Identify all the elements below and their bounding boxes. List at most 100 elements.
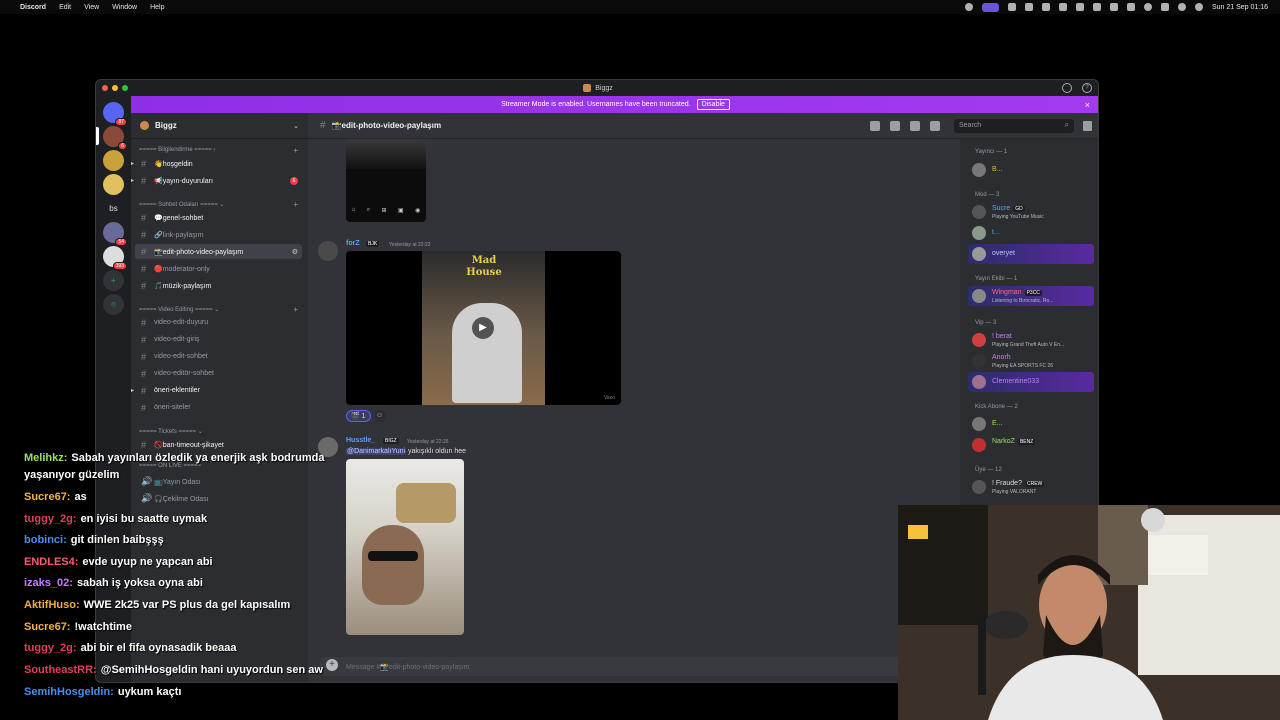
active-app-icon[interactable]	[981, 2, 999, 12]
member-item[interactable]: t...	[968, 223, 1094, 243]
menubar-clock[interactable]: Sun 21 Sep 01:16	[1212, 4, 1268, 11]
chat-overlay-line: AktifHuso: WWE 2k25 var PS plus da gel ka…	[24, 599, 290, 611]
channel-settings-icon[interactable]: ⚙	[292, 248, 298, 256]
category-bilgilendirme[interactable]: ===== Bilgilendirme ===== › +	[139, 146, 302, 155]
minimize-window-button[interactable]	[112, 85, 118, 91]
status-icon[interactable]	[1007, 3, 1016, 11]
discover-button[interactable]: ⌾	[103, 294, 124, 315]
user-mention[interactable]: @DanimarkalıYuni	[346, 448, 407, 455]
channel-link-paylasim[interactable]: # 🔗link-paylaşım	[135, 227, 302, 242]
server-icon[interactable]: bs	[103, 198, 124, 219]
wifi-icon[interactable]	[1143, 3, 1152, 11]
chat-message-text: git dinlen baibşşş	[70, 534, 164, 546]
channel-video-edit-duyuru[interactable]: # video-edit-duyuru	[135, 315, 302, 330]
chat-overlay-line: tuggy_2g: abi bir el fifa oynasadik beaaa	[24, 642, 236, 654]
chat-overlay-line: Sucre67: as	[24, 491, 87, 503]
channel-muzik-paylasim[interactable]: # 🎵müzik-paylaşım	[135, 278, 302, 293]
menu-window[interactable]: Window	[112, 4, 137, 11]
add-reaction-icon[interactable]: ☺	[373, 410, 386, 422]
bluetooth-icon[interactable]	[1109, 3, 1118, 11]
status-icon[interactable]	[1075, 3, 1084, 11]
plus-icon: +	[111, 276, 116, 285]
control-center-icon[interactable]	[1194, 3, 1203, 11]
add-server-button[interactable]: +	[103, 270, 124, 291]
member-item[interactable]: Sucre GD Playing YouTube Music	[968, 202, 1094, 222]
bookmark-icon[interactable]	[1083, 121, 1092, 131]
search-icon[interactable]	[1177, 3, 1186, 11]
member-item[interactable]: Wingman P3CC Listening to Bırocratic, Ro..…	[968, 286, 1094, 306]
message-composer[interactable]: + Message #📸edit-photo-video-paylaşım	[320, 657, 952, 676]
hash-icon: #	[141, 317, 147, 328]
home-button[interactable]: 87	[103, 102, 127, 126]
plus-icon[interactable]: +	[293, 200, 298, 209]
member-item[interactable]: overyet	[968, 244, 1094, 264]
zoom-window-button[interactable]	[122, 85, 128, 91]
category-video-editing[interactable]: ===== Video Editing ===== ⌄ +	[139, 305, 302, 314]
channel-ban-timeout-sikayet[interactable]: # 🚫ban-timeout-şikayet	[135, 437, 302, 452]
member-name: overyet	[992, 250, 1015, 257]
member-item[interactable]: Anorh Playing EA SPORTS FC 26	[968, 351, 1094, 371]
channel-video-editor-sohbet[interactable]: # video-editör-sohbet	[135, 366, 302, 381]
menu-view[interactable]: View	[84, 4, 99, 11]
disable-streamer-mode-button[interactable]: Disable	[696, 99, 730, 110]
plus-icon[interactable]: +	[293, 305, 298, 314]
menu-help[interactable]: Help	[150, 4, 164, 11]
server-icon[interactable]: 54	[103, 222, 127, 246]
channel-moderator-only[interactable]: # 🔴moderator-only	[135, 261, 302, 276]
message-author[interactable]: Husstle_	[346, 437, 375, 444]
status-icon[interactable]	[1024, 3, 1033, 11]
channel-genel-sohbet[interactable]: # 💬genel-sohbet	[135, 210, 302, 225]
status-icon[interactable]	[1041, 3, 1050, 11]
image-attachment[interactable]	[346, 459, 464, 635]
members-icon[interactable]	[930, 121, 940, 131]
reaction-pill[interactable]: 🎬 1	[346, 410, 371, 422]
close-banner-icon[interactable]: ×	[1085, 100, 1090, 110]
channel-edit-photo-video-paylasim[interactable]: # 📸edit-photo-video-paylaşım ⚙	[135, 244, 302, 259]
channel-hosgeldin[interactable]: ▸ # 👋hoşgeldin	[131, 156, 302, 171]
channel-oneri-eklentiler[interactable]: ▸ # öneri-eklentiler	[131, 383, 302, 398]
close-window-button[interactable]	[102, 85, 108, 91]
member-item[interactable]: ! Fraude? CREW Playing VALORANT	[968, 477, 1094, 497]
battery-icon[interactable]	[1092, 3, 1101, 11]
keyboard-icon[interactable]	[1160, 3, 1169, 11]
threads-icon[interactable]	[870, 121, 880, 131]
pin-icon[interactable]	[910, 121, 920, 131]
play-icon[interactable]: ▶	[472, 317, 494, 339]
chat-message-text: as	[74, 491, 87, 503]
member-item[interactable]: B...	[968, 160, 1094, 180]
guild-header[interactable]: Biggz ⌄	[131, 113, 308, 139]
server-icon[interactable]	[103, 150, 124, 171]
status-icon[interactable]	[1058, 3, 1067, 11]
channel-oneri-siteler[interactable]: # öneri-siteler	[135, 400, 302, 415]
window-titlebar[interactable]: Biggz ?	[96, 80, 1098, 96]
member-item[interactable]: ! berat Playing Grand Theft Auto V En...	[968, 330, 1094, 350]
channel-yayin-duyurulari[interactable]: ▸ # 📢yayın-duyuruları 6	[131, 173, 302, 188]
help-icon[interactable]: ?	[1082, 83, 1092, 93]
inbox-icon[interactable]	[1062, 83, 1072, 93]
plus-icon[interactable]: +	[293, 146, 298, 155]
bell-icon[interactable]	[890, 121, 900, 131]
selected-server-indicator	[96, 127, 99, 145]
volume-icon[interactable]	[1126, 3, 1135, 11]
menu-edit[interactable]: Edit	[59, 4, 71, 11]
avatar[interactable]	[318, 241, 338, 261]
member-item[interactable]: NarkoZ BENZ	[968, 435, 1094, 455]
channel-video-edit-sohbet[interactable]: # video-edit-sohbet	[135, 349, 302, 364]
image-attachment[interactable]: ⌂ ⌕ ⊞ ▣ ◉	[346, 139, 426, 222]
status-icon[interactable]	[964, 3, 973, 11]
member-item[interactable]: Clementine033	[968, 372, 1094, 392]
category-sohbet-odalari[interactable]: ===== Sohbet Odaları ===== ⌄ +	[139, 200, 302, 209]
server-icon[interactable]	[103, 174, 124, 195]
video-attachment[interactable]: Mad House ▶ Vaco	[346, 251, 621, 405]
server-tag: BJK	[366, 241, 380, 247]
server-icon[interactable]: 6	[103, 126, 127, 150]
channel-video-edit-giris[interactable]: # video-edit-giriş	[135, 332, 302, 347]
member-item[interactable]: E...	[968, 414, 1094, 434]
category-tickets[interactable]: ===== Tickets ===== ⌄	[139, 428, 302, 435]
menu-app-discord[interactable]: Discord	[20, 4, 46, 11]
message-author[interactable]: forZ	[346, 240, 360, 247]
window-title: Biggz	[583, 84, 613, 92]
search-input[interactable]: Search ⌕	[954, 119, 1074, 133]
server-icon[interactable]: 393	[103, 246, 127, 270]
image-content	[396, 483, 456, 523]
